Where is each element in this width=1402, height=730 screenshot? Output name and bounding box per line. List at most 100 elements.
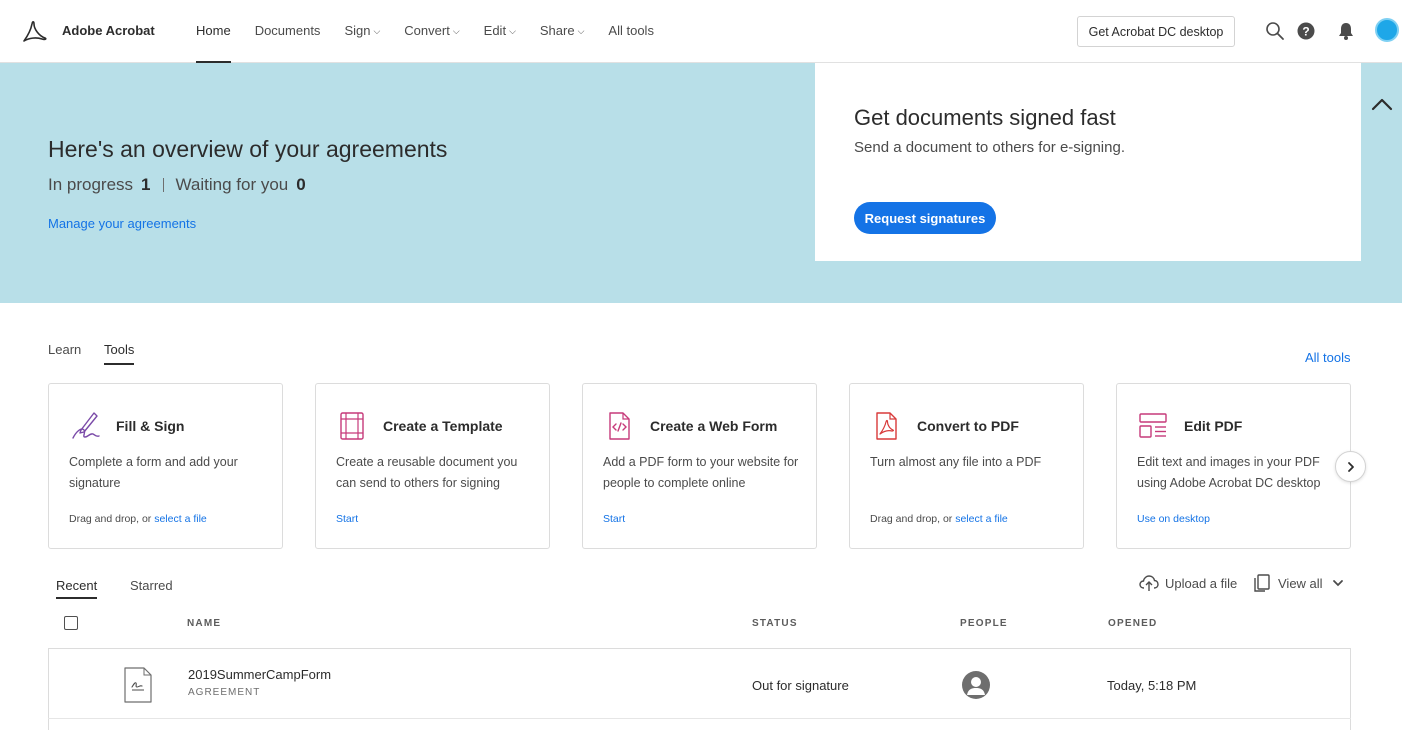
svg-text:?: ? xyxy=(1302,25,1309,39)
nav-documents-label: Documents xyxy=(254,23,321,38)
in-progress-count[interactable]: 1 xyxy=(141,175,150,195)
get-signed-card: Get documents signed fast Send a documen… xyxy=(815,63,1361,261)
card-title: Convert to PDF xyxy=(917,418,1019,434)
tab-recent[interactable]: Recent xyxy=(56,578,98,599)
column-header-name[interactable]: NAME xyxy=(187,618,221,629)
pdf-icon xyxy=(876,412,897,440)
card-description: Complete a form and add your signature xyxy=(69,455,238,490)
agreement-stats: In progress 1 Waiting for you 0 xyxy=(48,175,306,195)
fill-sign-icon xyxy=(72,412,100,439)
nav-sign[interactable]: Sign ⌵ xyxy=(344,0,380,63)
edit-pdf-icon xyxy=(1139,413,1167,438)
upload-file-label: Upload a file xyxy=(1165,575,1238,591)
file-opened: Today, 5:18 PM xyxy=(1107,678,1197,693)
card-footer: Drag and drop, or select a file xyxy=(870,513,1008,525)
all-tools-link[interactable]: All tools xyxy=(1305,350,1351,365)
tool-card-fill-sign[interactable]: Fill & Sign Complete a form and add your… xyxy=(48,383,283,549)
person-icon xyxy=(967,677,985,695)
card-footer: Drag and drop, or select a file xyxy=(69,513,207,525)
bell-icon[interactable] xyxy=(1336,21,1356,41)
nav-home-label: Home xyxy=(196,23,231,38)
app-title: Adobe Acrobat xyxy=(62,23,155,38)
card-footer-text: Drag and drop, or xyxy=(870,513,956,525)
chevron-down-icon xyxy=(1332,580,1343,587)
help-icon[interactable]: ? xyxy=(1296,21,1316,41)
select-file-link[interactable]: select a file xyxy=(154,513,207,525)
template-icon xyxy=(340,412,364,440)
acrobat-logo-icon[interactable] xyxy=(21,19,47,45)
card-title: Fill & Sign xyxy=(116,418,185,434)
nav-sign-label: Sign xyxy=(344,23,371,38)
chevron-down-icon: ⌵ xyxy=(577,26,585,36)
nav-all-tools[interactable]: All tools xyxy=(608,0,654,63)
file-type: AGREEMENT xyxy=(188,687,261,698)
agreements-banner: Here's an overview of your agreements In… xyxy=(0,63,1402,303)
row-divider xyxy=(48,718,1351,719)
sign-card-subtitle: Send a document to others for e-signing. xyxy=(854,139,1125,156)
copy-stack-icon xyxy=(1254,574,1270,592)
search-icon[interactable] xyxy=(1265,21,1285,41)
avatar[interactable] xyxy=(1375,18,1399,42)
nav-convert[interactable]: Convert ⌵ xyxy=(404,0,459,63)
nav-home[interactable]: Home xyxy=(196,0,231,63)
waiting-label: Waiting for you xyxy=(175,175,289,194)
file-name[interactable]: 2019SummerCampForm xyxy=(188,667,331,682)
card-description: Turn almost any file into a PDF xyxy=(870,455,1042,469)
chevron-down-icon: ⌵ xyxy=(373,26,381,36)
nav-all-tools-label: All tools xyxy=(608,23,654,38)
main-nav: Home Documents Sign ⌵ Convert ⌵ Edit ⌵ Shar… xyxy=(196,0,678,63)
top-navigation-bar: Adobe Acrobat Home Documents Sign ⌵ Conve… xyxy=(0,0,1402,63)
chevron-right-icon xyxy=(1347,461,1354,472)
tool-card-edit-pdf[interactable]: Edit PDF Edit text and images in your PD… xyxy=(1116,383,1351,549)
waiting-count[interactable]: 0 xyxy=(296,175,305,195)
nav-convert-label: Convert xyxy=(404,23,450,38)
tool-card-create-web-form[interactable]: Create a Web Form Add a PDF form to your… xyxy=(582,383,817,549)
chevron-down-icon: ⌵ xyxy=(509,26,516,36)
next-cards-button[interactable] xyxy=(1335,451,1366,482)
tool-card-create-template[interactable]: Create a Template Create a reusable docu… xyxy=(315,383,550,549)
column-header-people[interactable]: PEOPLE xyxy=(960,618,1008,629)
sign-card-title: Get documents signed fast xyxy=(854,105,1116,130)
column-header-opened[interactable]: OPENED xyxy=(1108,618,1157,629)
select-file-link[interactable]: select a file xyxy=(955,513,1008,525)
card-description: Add a PDF form to your website for peopl… xyxy=(603,455,799,490)
card-description: Edit text and images in your PDF using A… xyxy=(1137,455,1321,490)
nav-share[interactable]: Share ⌵ xyxy=(540,0,585,63)
nav-edit-label: Edit xyxy=(483,23,507,38)
nav-documents[interactable]: Documents xyxy=(255,0,321,63)
file-status: Out for signature xyxy=(752,678,849,693)
column-header-status[interactable]: STATUS xyxy=(752,618,798,629)
view-all-label: View all xyxy=(1278,575,1323,591)
agreement-file-icon xyxy=(124,667,152,703)
card-title: Create a Web Form xyxy=(650,418,778,434)
start-link[interactable]: Start xyxy=(336,513,358,525)
card-footer: Start xyxy=(603,513,625,525)
web-form-icon xyxy=(609,412,630,440)
chevron-up-icon[interactable] xyxy=(1370,93,1394,117)
tab-starred[interactable]: Starred xyxy=(130,578,173,597)
in-progress-label: In progress xyxy=(48,175,134,194)
tab-learn[interactable]: Learn xyxy=(48,342,81,363)
card-footer-text: Drag and drop, or xyxy=(69,513,155,525)
use-on-desktop-link[interactable]: Use on desktop xyxy=(1137,513,1210,525)
card-description: Create a reusable document you can send … xyxy=(336,455,518,490)
card-footer: Start xyxy=(336,513,358,525)
tool-card-convert-pdf[interactable]: Convert to PDF Turn almost any file into… xyxy=(849,383,1084,549)
tab-tools[interactable]: Tools xyxy=(104,342,135,365)
stats-divider xyxy=(162,178,164,192)
person-avatar-icon[interactable] xyxy=(962,671,990,699)
upload-file-button[interactable]: Upload a file xyxy=(1139,573,1237,593)
card-title: Edit PDF xyxy=(1184,418,1243,434)
nav-share-label: Share xyxy=(539,23,575,38)
select-all-checkbox[interactable] xyxy=(64,616,78,630)
banner-title: Here's an overview of your agreements xyxy=(48,136,448,162)
nav-edit[interactable]: Edit ⌵ xyxy=(484,0,516,63)
get-desktop-button[interactable]: Get Acrobat DC desktop xyxy=(1077,16,1235,47)
view-all-button[interactable]: View all xyxy=(1252,573,1350,593)
card-title: Create a Template xyxy=(383,418,503,434)
request-signatures-button[interactable]: Request signatures xyxy=(854,202,996,234)
manage-agreements-link[interactable]: Manage your agreements xyxy=(48,216,196,231)
card-footer: Use on desktop xyxy=(1137,513,1210,525)
start-link[interactable]: Start xyxy=(603,513,625,525)
cloud-upload-icon xyxy=(1139,575,1159,591)
